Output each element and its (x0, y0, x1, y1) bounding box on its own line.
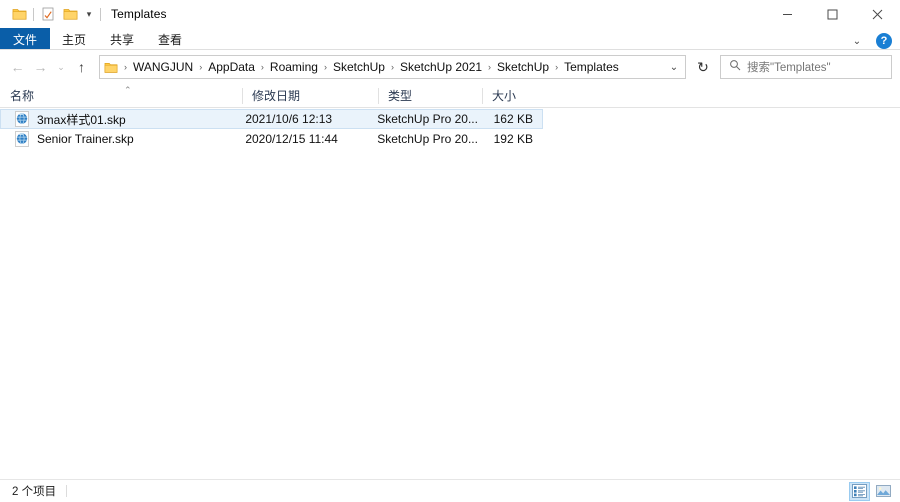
back-button[interactable]: ← (6, 54, 29, 80)
quick-access-toolbar: ▾ (8, 0, 104, 28)
minimize-button[interactable] (765, 0, 810, 28)
file-name: 3max样式01.skp (37, 112, 126, 127)
column-header-name-label: 名称 (10, 89, 35, 103)
column-header-date-label: 修改日期 (252, 89, 301, 103)
chevron-down-icon[interactable]: ⌄ (848, 36, 866, 47)
column-header-size[interactable]: 大小 (482, 84, 544, 108)
recent-locations-button[interactable]: ⌄ (52, 54, 70, 80)
help-icon[interactable]: ? (876, 33, 892, 49)
breadcrumb-separator[interactable]: › (322, 62, 329, 72)
search-box[interactable]: 搜索"Templates" (720, 55, 892, 79)
status-divider (66, 485, 68, 497)
breadcrumb-item-sketchup-2021[interactable]: SketchUp 2021 (396, 58, 486, 76)
table-row[interactable]: 3max样式01.skp 2021/10/6 12:13 SketchUp Pr… (0, 109, 543, 129)
ribbon-tab-strip: 文件 主页 共享 查看 ⌄ ? (0, 28, 900, 50)
breadcrumb-item-roaming[interactable]: Roaming (266, 58, 322, 76)
tab-home[interactable]: 主页 (50, 28, 98, 50)
column-header-type[interactable]: 类型 (378, 84, 482, 108)
window-controls (765, 0, 900, 28)
breadcrumb-separator[interactable]: › (122, 62, 129, 72)
file-list: 3max样式01.skp 2021/10/6 12:13 SketchUp Pr… (0, 108, 900, 149)
breadcrumb-item-sketchup-2[interactable]: SketchUp (493, 58, 553, 76)
status-bar: 2 个项目 (0, 479, 900, 502)
tab-share[interactable]: 共享 (98, 28, 146, 50)
folder-icon (104, 59, 120, 75)
column-header-date[interactable]: 修改日期 (242, 84, 378, 108)
sketchup-file-icon (14, 111, 30, 127)
large-icons-view-button[interactable] (873, 482, 894, 501)
properties-icon[interactable] (37, 3, 59, 25)
qat-separator-1 (33, 7, 34, 21)
tab-file[interactable]: 文件 (0, 28, 50, 50)
chevron-down-icon[interactable]: ⌄ (663, 62, 685, 73)
sort-ascending-icon: ⌃ (124, 85, 132, 95)
close-button[interactable] (855, 0, 900, 28)
file-date-modified: 2020/12/15 11:44 (245, 132, 338, 146)
breadcrumb-separator[interactable]: › (486, 62, 493, 72)
file-date-modified: 2021/10/6 12:13 (245, 112, 333, 126)
view-mode-buttons (849, 481, 894, 501)
table-row[interactable]: Senior Trainer.skp 2020/12/15 11:44 Sket… (0, 129, 543, 149)
search-icon (729, 58, 741, 76)
ribbon-divider (0, 49, 900, 50)
chevron-down-icon[interactable]: ▾ (81, 3, 97, 25)
column-header-size-label: 大小 (492, 89, 517, 103)
forward-button[interactable]: → (29, 54, 52, 80)
qat-separator-2 (100, 7, 101, 21)
tab-view[interactable]: 查看 (146, 28, 194, 50)
column-header-type-label: 类型 (388, 89, 413, 103)
breadcrumb-separator[interactable]: › (259, 62, 266, 72)
address-field[interactable]: › WANGJUN › AppData › Roaming › SketchUp… (99, 55, 686, 79)
item-count-label: 2 个项目 (12, 486, 57, 498)
breadcrumb-separator[interactable]: › (553, 62, 560, 72)
up-button[interactable]: ↑ (70, 54, 93, 80)
breadcrumb-separator[interactable]: › (197, 62, 204, 72)
maximize-button[interactable] (810, 0, 855, 28)
file-explorer-window: ▾ Templates 文件 主页 共享 查看 ⌄ ? ← → ⌄ ↑ › WA… (0, 0, 900, 502)
file-name: Senior Trainer.skp (37, 132, 134, 146)
title-bar: ▾ Templates (0, 0, 900, 28)
breadcrumb-item-wangjun[interactable]: WANGJUN (129, 58, 197, 76)
ribbon-right-controls: ⌄ ? (848, 33, 892, 49)
file-type: SketchUp Pro 20... (377, 132, 478, 146)
search-input[interactable]: 搜索"Templates" (747, 59, 831, 75)
address-bar: ← → ⌄ ↑ › WANGJUN › AppData › Roaming › … (0, 50, 900, 84)
breadcrumb-separator[interactable]: › (389, 62, 396, 72)
file-size: 192 KB (493, 132, 533, 146)
window-title: Templates (111, 7, 167, 21)
sketchup-file-icon (14, 131, 30, 147)
details-view-button[interactable] (849, 481, 870, 501)
file-type: SketchUp Pro 20... (377, 112, 478, 126)
new-folder-icon[interactable] (59, 3, 81, 25)
refresh-button[interactable]: ↻ (690, 55, 716, 79)
breadcrumb-item-sketchup[interactable]: SketchUp (329, 58, 389, 76)
column-header-name[interactable]: 名称 (0, 84, 242, 108)
breadcrumb: › WANGJUN › AppData › Roaming › SketchUp… (122, 58, 663, 76)
breadcrumb-item-templates[interactable]: Templates (560, 58, 623, 76)
file-size: 162 KB (493, 112, 533, 126)
breadcrumb-item-appdata[interactable]: AppData (204, 58, 259, 76)
column-headers: 名称 修改日期 类型 大小 ⌃ (0, 84, 900, 108)
folder-icon[interactable] (8, 3, 30, 25)
ribbon-tabs: 文件 主页 共享 查看 (0, 28, 194, 50)
